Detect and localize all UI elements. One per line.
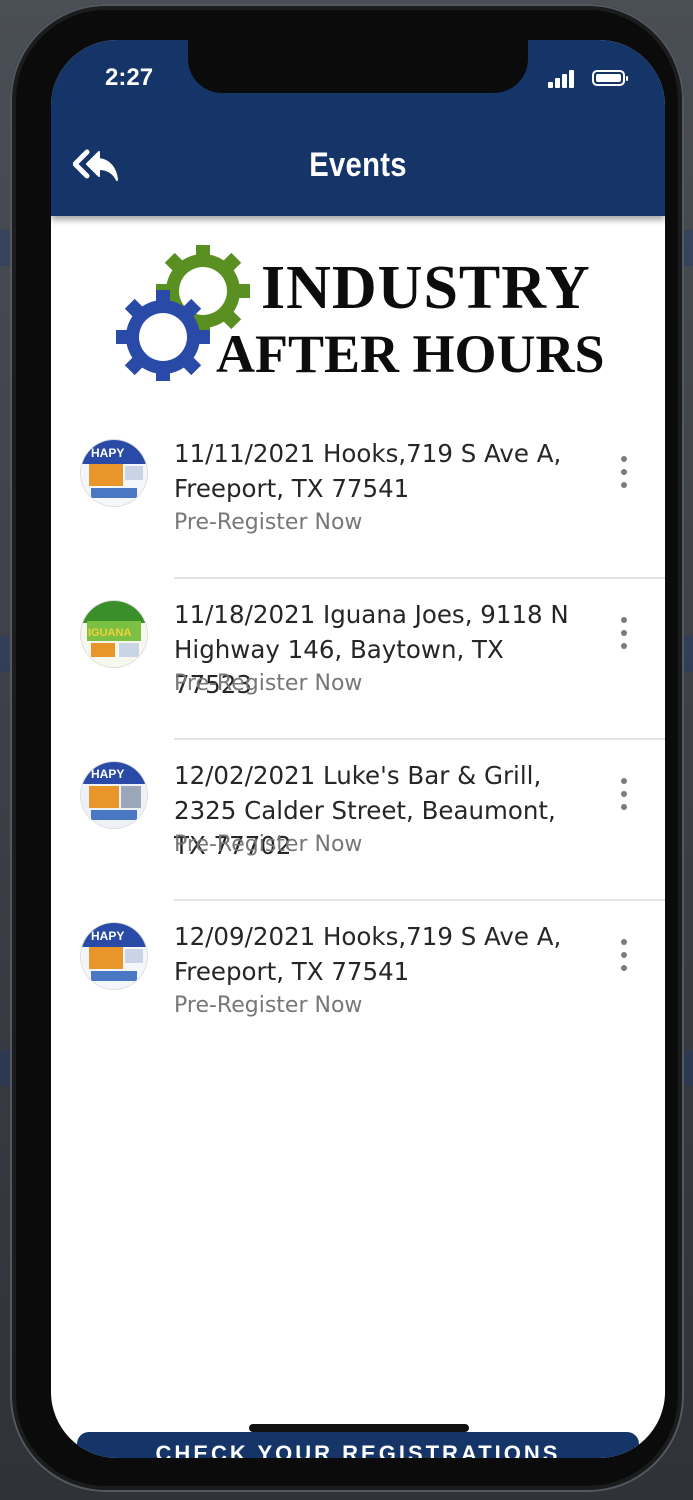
event-row[interactable]: IGUANA 11/18/2021 Iguana Joes, 9118 N Hi…	[51, 579, 665, 740]
more-options-icon[interactable]	[613, 776, 635, 814]
event-thumbnail: HAPY	[81, 762, 147, 828]
more-options-icon[interactable]	[613, 454, 635, 492]
home-indicator	[249, 1424, 469, 1432]
event-subtitle: Pre-Register Now	[174, 510, 363, 535]
logo-line-2: AFTER HOURS	[216, 324, 605, 384]
screen: 2:27 Events INDUSTRY AFTER HOURS HAPY 11…	[51, 40, 665, 1458]
event-thumbnail: HAPY	[81, 923, 147, 989]
event-subtitle: Pre-Register Now	[174, 671, 363, 696]
page-title: Events	[309, 146, 407, 184]
cellular-signal-icon	[548, 70, 576, 88]
event-row[interactable]: HAPY 12/02/2021 Luke's Bar & Grill, 2325…	[51, 740, 665, 901]
event-list: HAPY 11/11/2021 Hooks,719 S Ave A, Freep…	[51, 418, 665, 1062]
event-title: 12/09/2021 Hooks,719 S Ave A, Freeport, …	[174, 922, 562, 986]
more-options-icon[interactable]	[613, 615, 635, 653]
more-options-icon[interactable]	[613, 937, 635, 975]
status-time: 2:27	[105, 64, 154, 91]
event-row[interactable]: HAPY 12/09/2021 Hooks,719 S Ave A, Freep…	[51, 901, 665, 1062]
svg-text:HAPY: HAPY	[91, 767, 124, 781]
event-thumbnail: HAPY	[81, 440, 147, 506]
industry-after-hours-logo: INDUSTRY AFTER HOURS	[116, 245, 616, 384]
check-registrations-button[interactable]: CHECK YOUR REGISTRATIONS	[77, 1432, 639, 1458]
event-row[interactable]: HAPY 11/11/2021 Hooks,719 S Ave A, Freep…	[51, 418, 665, 579]
event-thumbnail: IGUANA	[81, 601, 147, 667]
event-title: 11/11/2021 Hooks,719 S Ave A, Freeport, …	[174, 439, 562, 503]
notch	[188, 40, 528, 93]
svg-text:IGUANA: IGUANA	[88, 627, 131, 639]
svg-text:HAPY: HAPY	[91, 929, 124, 943]
svg-text:HAPY: HAPY	[91, 446, 124, 460]
app-header: 2:27 Events	[51, 40, 665, 216]
phone-frame: 2:27 Events INDUSTRY AFTER HOURS HAPY 11…	[10, 4, 684, 1492]
battery-icon	[592, 70, 628, 86]
logo-line-1: INDUSTRY	[261, 254, 591, 322]
event-subtitle: Pre-Register Now	[174, 993, 363, 1018]
event-subtitle: Pre-Register Now	[174, 832, 363, 857]
